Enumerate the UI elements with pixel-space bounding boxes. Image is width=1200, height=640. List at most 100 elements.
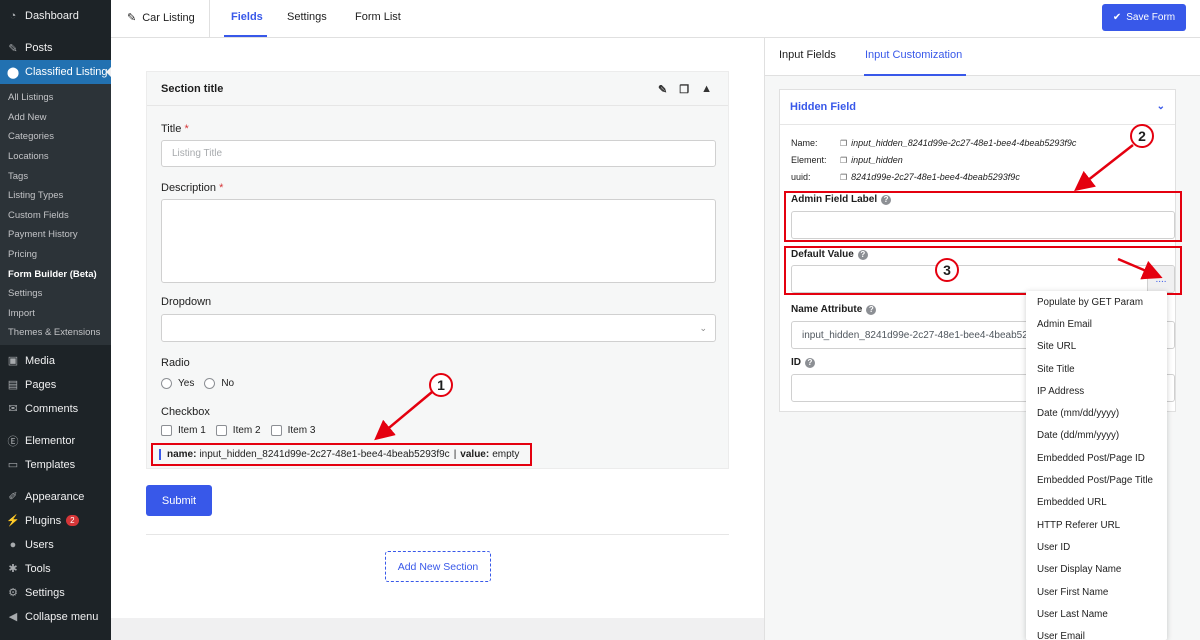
dropdown-item[interactable]: User First Name bbox=[1026, 581, 1167, 603]
checkbox[interactable] bbox=[161, 425, 172, 436]
meta-name: Name: ❐ input_hidden_8241d99e-2c27-48e1-b… bbox=[791, 138, 1077, 148]
sidebar-item-pages[interactable]: ▤ Pages bbox=[0, 373, 111, 397]
tab-form-list[interactable]: Form List bbox=[355, 11, 401, 23]
checkbox[interactable] bbox=[270, 425, 282, 436]
checkbox-option-1[interactable]: Item 1 bbox=[161, 425, 206, 436]
dropdown-item[interactable]: Embedded URL bbox=[1026, 492, 1167, 514]
radio-group: Yes No bbox=[161, 378, 244, 389]
location-icon: ⬤ bbox=[6, 66, 20, 79]
dropdown-item[interactable]: Embedded Post/Page Title bbox=[1026, 469, 1167, 491]
sidebar-item-posts[interactable]: ✎ Posts bbox=[0, 36, 111, 60]
dropdown-item[interactable]: User Last Name bbox=[1026, 603, 1167, 625]
checkbox-option-3[interactable]: Item 3 bbox=[270, 425, 315, 436]
edit-icon[interactable]: ✎ bbox=[658, 83, 667, 96]
sidebar-subitem[interactable]: Settings bbox=[0, 284, 111, 304]
dropdown-item[interactable]: Date (mm/dd/yyyy) bbox=[1026, 402, 1167, 424]
sidebar-item-dashboard[interactable]: ◔ Dashboard bbox=[0, 4, 111, 28]
topbar-divider bbox=[209, 0, 210, 38]
sidebar-subitem[interactable]: Import bbox=[0, 304, 111, 324]
add-new-section-button[interactable]: Add New Section bbox=[385, 551, 491, 582]
tab-settings[interactable]: Settings bbox=[287, 11, 327, 23]
sidebar-item-templates[interactable]: ▭ Templates bbox=[0, 453, 111, 477]
tab-fields[interactable]: Fields bbox=[231, 11, 263, 23]
hidden-field-marker bbox=[159, 449, 161, 460]
dropdown-item[interactable]: Date (dd/mm/yyyy) bbox=[1026, 425, 1167, 447]
sidebar-subitem[interactable]: Tags bbox=[0, 166, 111, 186]
sidebar-item-settings[interactable]: ⚙ Settings bbox=[0, 581, 111, 605]
canvas-divider bbox=[146, 534, 729, 535]
dropdown-item[interactable]: User ID bbox=[1026, 536, 1167, 558]
card-header[interactable]: Hidden Field ⌄ bbox=[780, 90, 1175, 125]
media-icon: ▣ bbox=[7, 355, 19, 368]
tab-input-fields[interactable]: Input Fields bbox=[779, 49, 836, 61]
dropdown-item[interactable]: Admin Email bbox=[1026, 313, 1167, 335]
default-value-highlight bbox=[784, 246, 1182, 295]
sidebar-subitem[interactable]: Pricing bbox=[0, 245, 111, 265]
chevron-down-icon[interactable]: ⌄ bbox=[1157, 101, 1165, 112]
save-form-button[interactable]: ✔ Save Form bbox=[1102, 4, 1186, 31]
radio-option-yes[interactable]: Yes bbox=[161, 378, 194, 389]
help-icon[interactable]: ? bbox=[805, 357, 815, 368]
sidebar-subitem[interactable]: Categories bbox=[0, 127, 111, 147]
sidebar-subitem[interactable]: Add New bbox=[0, 108, 111, 128]
sidebar-item-comments[interactable]: ✉ Comments bbox=[0, 397, 111, 421]
sidebar-item-elementor[interactable]: Ⓔ Elementor bbox=[0, 429, 111, 453]
tab-input-customization[interactable]: Input Customization bbox=[865, 49, 962, 61]
help-icon[interactable]: ? bbox=[866, 304, 877, 315]
dropdown-item[interactable]: Embedded Post/Page ID bbox=[1026, 447, 1167, 469]
elementor-icon: Ⓔ bbox=[7, 435, 19, 448]
meta-element: Element: ❐ input_hidden bbox=[791, 155, 903, 165]
copy-icon[interactable]: ❐ bbox=[840, 139, 847, 148]
description-textarea[interactable] bbox=[161, 199, 716, 283]
copy-icon[interactable]: ❐ bbox=[840, 156, 847, 165]
dropdown-item[interactable]: User Display Name bbox=[1026, 559, 1167, 581]
checkbox-label: Checkbox bbox=[161, 406, 210, 418]
smart-codes-dropdown: Populate by GET Param Admin Email Site URL… bbox=[1026, 291, 1167, 640]
sidebar-subitem[interactable]: All Listings bbox=[0, 88, 111, 108]
radio-button[interactable] bbox=[204, 378, 216, 389]
dropdown-select[interactable]: ⌄ bbox=[161, 314, 716, 342]
radio-option-no[interactable]: No bbox=[204, 378, 234, 389]
sidebar-item-tools[interactable]: ✱ Tools bbox=[0, 557, 111, 581]
sidebar-item-users[interactable]: ● Users bbox=[0, 533, 111, 557]
copy-icon[interactable]: ❐ bbox=[679, 83, 689, 96]
chevron-down-icon: ⌄ bbox=[699, 323, 707, 333]
sidebar-subitem[interactable]: Payment History bbox=[0, 225, 111, 245]
sidebar-subitem[interactable]: Custom Fields bbox=[0, 206, 111, 226]
hidden-field-preview[interactable]: name: input_hidden_8241d99e-2c27-48e1-be… bbox=[151, 443, 532, 466]
dropdown-item[interactable]: Site Title bbox=[1026, 358, 1167, 380]
checkbox-option-2[interactable]: Item 2 bbox=[215, 425, 261, 436]
sidebar-subitem[interactable]: Listing Types bbox=[0, 186, 111, 206]
caret-up-icon[interactable]: ▲ bbox=[701, 83, 712, 96]
dropdown-item[interactable]: Populate by GET Param bbox=[1026, 291, 1167, 313]
sidebar-item-collapse-menu[interactable]: ◀ Collapse menu bbox=[0, 605, 111, 629]
name-attribute-label: Name Attribute? bbox=[791, 304, 877, 315]
user-icon: ● bbox=[9, 538, 17, 551]
settings-icon: ⚙ bbox=[8, 587, 18, 600]
dropdown-item[interactable]: Site URL bbox=[1026, 336, 1167, 358]
sidebar-subitem[interactable]: Form Builder (Beta) bbox=[0, 264, 111, 284]
folder-icon: ▭ bbox=[7, 459, 19, 472]
dropdown-item[interactable]: User Email bbox=[1026, 625, 1167, 640]
sidebar-item-appearance[interactable]: ✐ Appearance bbox=[0, 485, 111, 509]
submit-button[interactable]: Submit bbox=[146, 485, 212, 516]
sidebar-subitem[interactable]: Locations bbox=[0, 147, 111, 167]
copy-icon[interactable]: ❐ bbox=[840, 173, 847, 182]
title-input[interactable]: Listing Title bbox=[161, 140, 716, 167]
section-header[interactable]: Section title ✎ ❐ ▲ bbox=[147, 72, 728, 106]
annotation-marker-3: 3 bbox=[935, 258, 959, 282]
sidebar-item-classified-listing[interactable]: ⬤ Classified Listing bbox=[0, 60, 111, 84]
dropdown-item[interactable]: HTTP Referer URL bbox=[1026, 514, 1167, 536]
active-tab-indicator bbox=[224, 35, 267, 37]
meta-uuid: uuid: ❐ 8241d99e-2c27-48e1-bee4-4beab5293… bbox=[791, 172, 1020, 182]
sidebar-subitem[interactable]: Themes & Extensions bbox=[0, 323, 111, 343]
radio-button[interactable] bbox=[161, 378, 172, 389]
sidebar-item-media[interactable]: ▣ Media bbox=[0, 349, 111, 373]
dropdown-item[interactable]: IP Address bbox=[1026, 380, 1167, 402]
sidebar-submenu: All Listings Add New Categories Locations Ta… bbox=[0, 84, 111, 345]
back-link[interactable]: ✎ Car Listing bbox=[127, 11, 195, 25]
sidebar-item-plugins[interactable]: ⚡ Plugins 2 bbox=[0, 509, 111, 533]
description-label: Description * bbox=[161, 182, 224, 194]
checkbox[interactable] bbox=[215, 425, 227, 436]
admin-label-highlight bbox=[784, 191, 1182, 242]
